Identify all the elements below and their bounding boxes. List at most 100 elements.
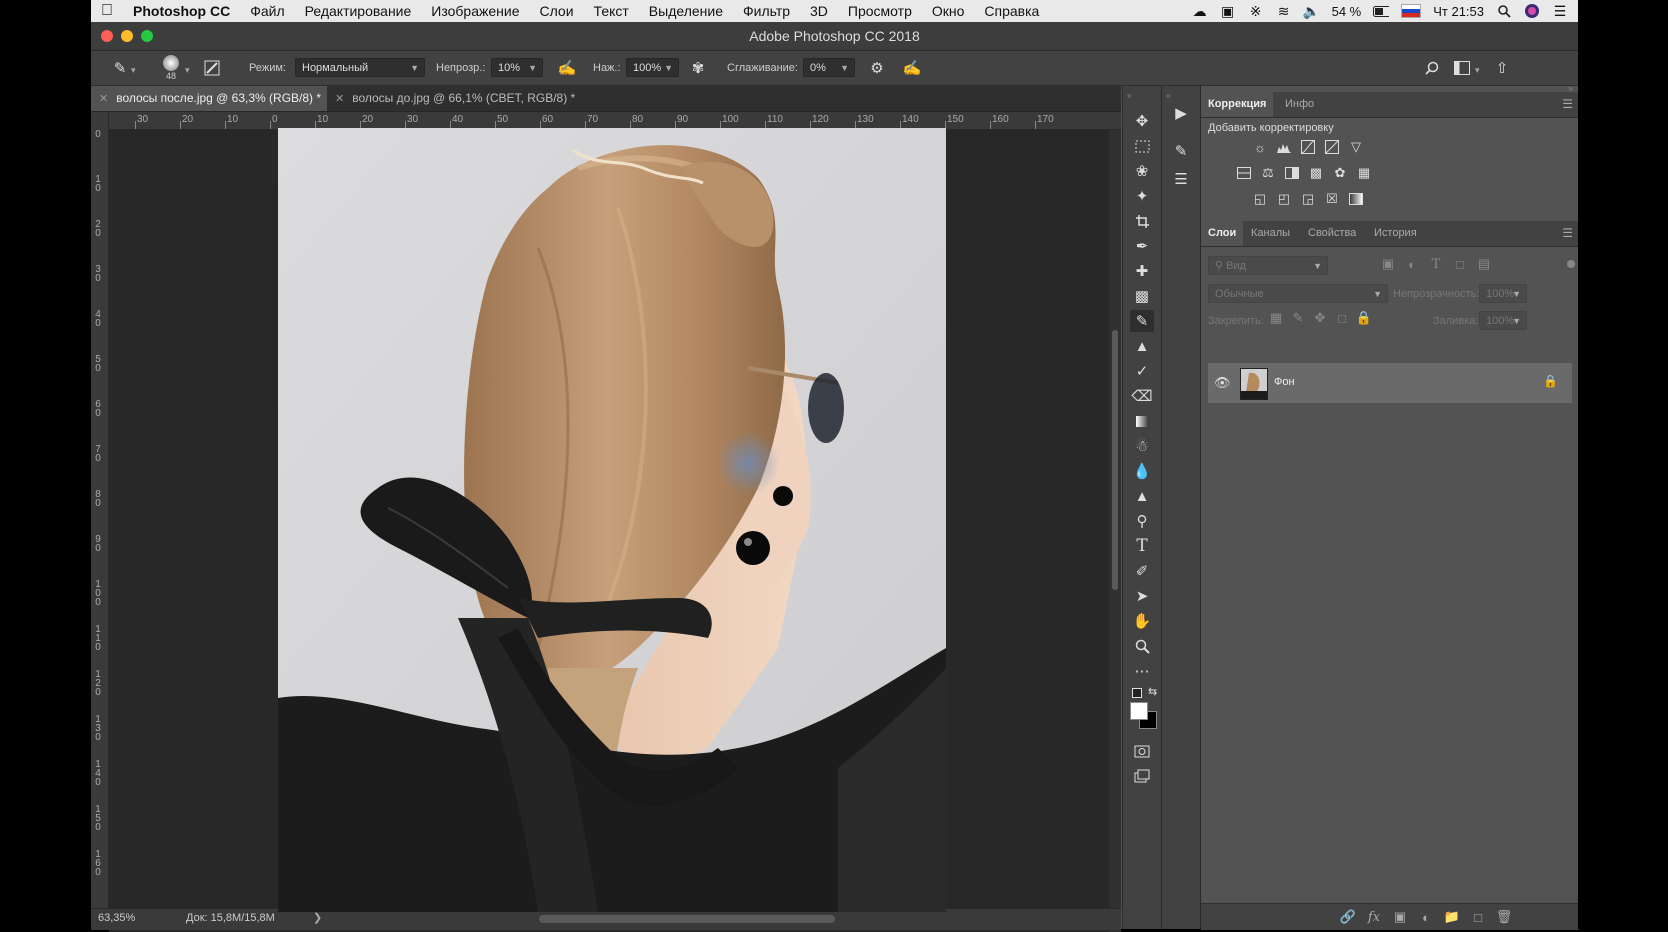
airbrush-icon[interactable]: ✾ xyxy=(687,57,709,79)
filter-adjustment-icon[interactable]: ◐ xyxy=(1403,256,1421,272)
default-colors-icon[interactable] xyxy=(1132,688,1142,698)
fx-icon[interactable]: fx xyxy=(1365,909,1383,925)
size-pressure-icon[interactable]: ✍ xyxy=(901,57,923,79)
exposure-icon[interactable] xyxy=(1323,139,1341,155)
tab-channels[interactable]: Каналы xyxy=(1244,221,1297,246)
black-white-icon[interactable] xyxy=(1283,165,1301,181)
tab-properties[interactable]: Свойства xyxy=(1301,221,1363,246)
filter-shape-icon[interactable]: □ xyxy=(1451,256,1469,272)
actions-play-icon[interactable]: ▶ xyxy=(1169,102,1193,124)
trash-icon[interactable]: 🗑 xyxy=(1495,909,1513,925)
filter-pixel-icon[interactable]: ▣ xyxy=(1379,256,1397,272)
color-balance-icon[interactable]: ⚖ xyxy=(1259,165,1277,181)
close-tab-icon[interactable]: ✕ xyxy=(335,93,344,105)
invert-icon[interactable]: ◱ xyxy=(1251,191,1269,207)
horizontal-scroll-thumb[interactable] xyxy=(539,915,835,923)
tab-document-before[interactable]: ✕ волосы до.jpg @ 66,1% (CBET, RGB/8) * xyxy=(327,86,587,111)
battery-icon[interactable] xyxy=(1373,4,1390,18)
tab-layers[interactable]: Слои xyxy=(1201,221,1244,246)
menu-image[interactable]: Изображение xyxy=(421,3,529,19)
layer-name[interactable]: Фон xyxy=(1274,376,1295,388)
quick-mask-icon[interactable] xyxy=(1130,740,1154,762)
screen-mode-icon[interactable] xyxy=(1130,765,1154,787)
tab-adjustments[interactable]: Коррекция xyxy=(1201,92,1274,117)
ruler-vertical[interactable]: 0 10 20 30 40 50 60 70 80 90 100 110 120 130 140 150 160 xyxy=(91,112,109,930)
brush-settings-icon[interactable] xyxy=(201,57,223,79)
share-icon[interactable]: ⇧ xyxy=(1491,57,1513,79)
hue-saturation-icon[interactable] xyxy=(1235,165,1253,181)
crop-tool-icon[interactable] xyxy=(1130,210,1154,232)
magic-wand-tool-icon[interactable]: ✦ xyxy=(1130,185,1154,207)
layer-opacity-field[interactable]: 100% ▼ xyxy=(1479,284,1527,303)
vibrance-icon[interactable]: ▽ xyxy=(1347,139,1365,155)
document-canvas[interactable] xyxy=(278,128,946,912)
lock-artboard-icon[interactable]: □ xyxy=(1333,310,1351,326)
menu-window[interactable]: Окно xyxy=(922,3,975,19)
gear-icon[interactable]: ⚙ xyxy=(866,57,888,79)
filter-smart-object-icon[interactable]: ▤ xyxy=(1475,256,1493,272)
gradient-tool-icon[interactable] xyxy=(1130,410,1154,432)
clone-stamp-tool-icon[interactable]: ▲ xyxy=(1130,335,1154,357)
smoothing-field[interactable]: 0% ▼ xyxy=(803,58,855,77)
vertical-scrollbar[interactable] xyxy=(1109,130,1121,932)
sharpen-tool-icon[interactable]: ▲ xyxy=(1130,485,1154,507)
move-tool-icon[interactable]: ✥ xyxy=(1130,110,1154,132)
brightness-icon[interactable]: ☼ xyxy=(1251,139,1269,155)
pen-tool-icon[interactable]: ✐ xyxy=(1130,560,1154,582)
menu-app-name[interactable]: Photoshop CC xyxy=(123,3,240,19)
add-mask-icon[interactable]: ▣ xyxy=(1391,909,1409,925)
new-layer-icon[interactable]: □ xyxy=(1469,909,1487,925)
lock-image-icon[interactable]: ✎ xyxy=(1289,310,1307,326)
menu-view[interactable]: Просмотр xyxy=(838,3,922,19)
notification-center-icon[interactable]: ☰ xyxy=(1552,3,1568,19)
filter-type-icon[interactable]: T xyxy=(1427,256,1445,272)
channel-mixer-icon[interactable]: ✿ xyxy=(1331,165,1349,181)
lock-position-icon[interactable]: ✥ xyxy=(1311,310,1329,326)
brush-tool-icon[interactable]: ✎ xyxy=(109,57,131,79)
blur-tool-icon[interactable]: 💧 xyxy=(1130,460,1154,482)
color-lookup-icon[interactable]: ▦ xyxy=(1355,165,1373,181)
levels-icon[interactable] xyxy=(1275,139,1293,155)
volume-icon[interactable]: 🔈 xyxy=(1303,3,1320,19)
search-icon[interactable] xyxy=(1421,57,1443,79)
eyedropper-tool-icon[interactable]: ✒ xyxy=(1130,235,1154,257)
curves-icon[interactable] xyxy=(1299,139,1317,155)
lock-transparent-icon[interactable]: ▦ xyxy=(1267,310,1285,326)
brush-picker-chevron-icon[interactable]: ▾ xyxy=(185,65,190,76)
brush-preview-icon[interactable] xyxy=(163,55,179,71)
flag-icon[interactable] xyxy=(1401,4,1422,18)
hand-tool-icon[interactable]: ✋ xyxy=(1130,610,1154,632)
tab-document-after[interactable]: ✕ волосы после.jpg @ 63,3% (RGB/8) * xyxy=(91,86,327,111)
blend-mode-select[interactable]: Обычные ▼ xyxy=(1208,284,1388,303)
marquee-tool-icon[interactable] xyxy=(1130,135,1154,157)
eraser-tool-icon[interactable]: ⌫ xyxy=(1130,385,1154,407)
menu-file[interactable]: Файл xyxy=(240,3,294,19)
creative-cloud-icon[interactable]: ☁ xyxy=(1192,3,1208,19)
threshold-icon[interactable]: ◲ xyxy=(1299,191,1317,207)
menu-layers[interactable]: Слои xyxy=(530,3,584,19)
link-layers-icon[interactable]: 🔗 xyxy=(1339,909,1357,925)
siri-icon[interactable] xyxy=(1524,4,1540,18)
menu-select[interactable]: Выделение xyxy=(639,3,733,19)
workspace-chevron-icon[interactable]: ▾ xyxy=(1475,65,1480,76)
menu-type[interactable]: Текст xyxy=(584,3,639,19)
brush-presets-icon[interactable]: ✎ xyxy=(1169,140,1193,162)
bluetooth-icon[interactable]: ※ xyxy=(1248,3,1264,19)
menu-help[interactable]: Справка xyxy=(974,3,1049,19)
photo-filter-icon[interactable]: ▩ xyxy=(1307,165,1325,181)
path-selection-tool-icon[interactable]: ➤ xyxy=(1130,585,1154,607)
wifi-icon[interactable]: ≋ xyxy=(1276,3,1292,19)
selective-color-icon[interactable]: ☒ xyxy=(1323,191,1341,207)
foreground-color-swatch[interactable] xyxy=(1130,702,1148,720)
opacity-pressure-icon[interactable]: ✍ xyxy=(556,57,578,79)
vertical-scroll-thumb[interactable] xyxy=(1112,330,1118,590)
gradient-map-icon[interactable] xyxy=(1347,191,1365,207)
paint-bucket-tool-icon[interactable]: ☃ xyxy=(1130,435,1154,457)
tab-info[interactable]: Инфо xyxy=(1278,92,1321,117)
status-arrow-icon[interactable]: ❯ xyxy=(313,911,322,924)
menu-filter[interactable]: Фильтр xyxy=(733,3,800,19)
tab-history[interactable]: История xyxy=(1367,221,1424,246)
swap-colors-icon[interactable]: ⇆ xyxy=(1148,685,1157,698)
history-brush-tool-icon[interactable]: ✓ xyxy=(1130,360,1154,382)
workspace-icon[interactable] xyxy=(1451,57,1473,79)
